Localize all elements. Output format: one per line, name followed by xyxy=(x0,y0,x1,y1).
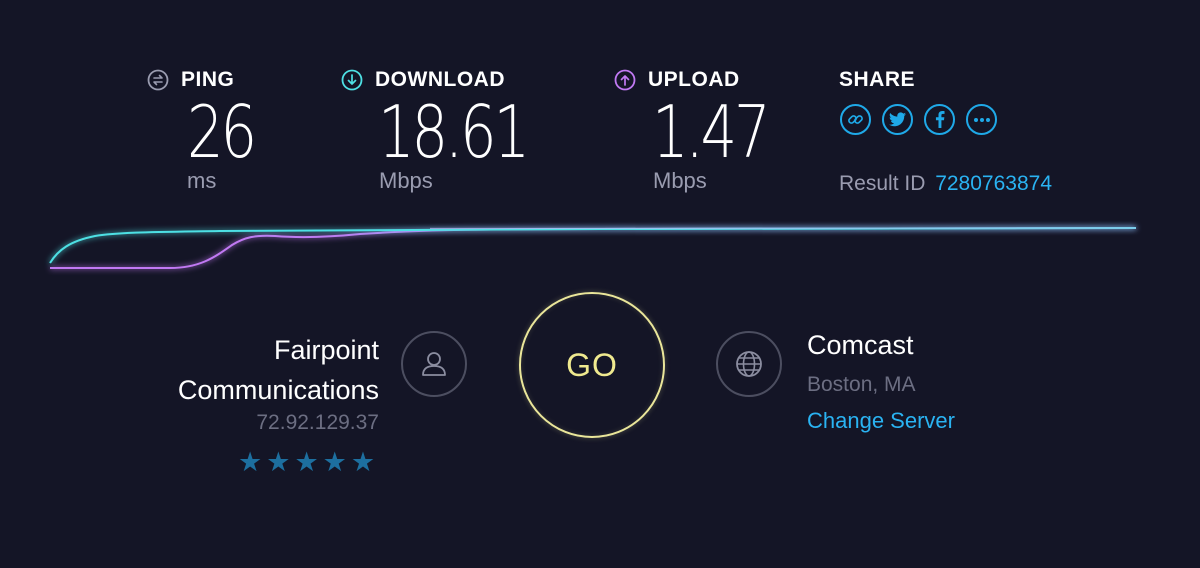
twitter-icon xyxy=(889,112,906,127)
star-icon[interactable]: ★ xyxy=(351,449,375,476)
ping-value: 26 xyxy=(187,90,257,174)
server-globe-button[interactable] xyxy=(716,331,782,397)
share-buttons xyxy=(840,104,997,135)
star-icon[interactable]: ★ xyxy=(294,449,318,476)
share-label: SHARE xyxy=(839,68,916,91)
download-icon xyxy=(341,69,363,91)
result-id-link[interactable]: 7280763874 xyxy=(935,172,1052,195)
facebook-icon xyxy=(935,111,945,128)
upload-graph-line xyxy=(50,227,1137,269)
share-link-button[interactable] xyxy=(840,104,871,135)
graph-baseline-glow xyxy=(429,227,1137,230)
share-twitter-button[interactable] xyxy=(882,104,913,135)
speed-graph xyxy=(49,227,1137,269)
upload-unit: Mbps xyxy=(653,168,707,193)
isp-name-line2: Communications xyxy=(177,375,379,405)
change-server-link[interactable]: Change Server xyxy=(807,408,955,434)
globe-icon xyxy=(736,351,762,377)
server-name: Comcast xyxy=(807,330,914,360)
result-id-row: Result ID 7280763874 xyxy=(839,172,1052,196)
download-label: DOWNLOAD xyxy=(375,68,505,91)
server-location: Boston, MA xyxy=(807,373,916,396)
go-label: GO xyxy=(566,346,618,383)
ping-unit: ms xyxy=(187,168,217,193)
ping-label: PING xyxy=(181,68,235,91)
download-unit: Mbps xyxy=(379,168,433,193)
result-id-label: Result ID xyxy=(839,172,926,195)
share-header: SHARE xyxy=(839,67,915,93)
upload-label: UPLOAD xyxy=(648,68,740,91)
isp-name: Fairpoint Communications xyxy=(178,330,379,410)
ping-icon xyxy=(147,69,169,91)
user-icon xyxy=(422,352,446,376)
download-value: 18.61 xyxy=(378,90,530,174)
share-more-button[interactable] xyxy=(966,104,997,135)
upload-value: 1.47 xyxy=(652,90,771,174)
star-icon[interactable]: ★ xyxy=(238,449,262,476)
isp-ip: 72.92.129.37 xyxy=(256,411,379,434)
share-facebook-button[interactable] xyxy=(924,104,955,135)
link-icon xyxy=(848,115,863,124)
isp-name-line1: Fairpoint xyxy=(273,335,379,365)
isp-rating[interactable]: ★ ★ ★ ★ ★ xyxy=(238,449,375,476)
star-icon[interactable]: ★ xyxy=(266,449,290,476)
more-icon xyxy=(973,117,990,122)
go-button[interactable]: GO xyxy=(519,292,665,438)
star-icon[interactable]: ★ xyxy=(323,449,347,476)
upload-icon xyxy=(614,69,636,91)
isp-user-button[interactable] xyxy=(401,331,467,397)
